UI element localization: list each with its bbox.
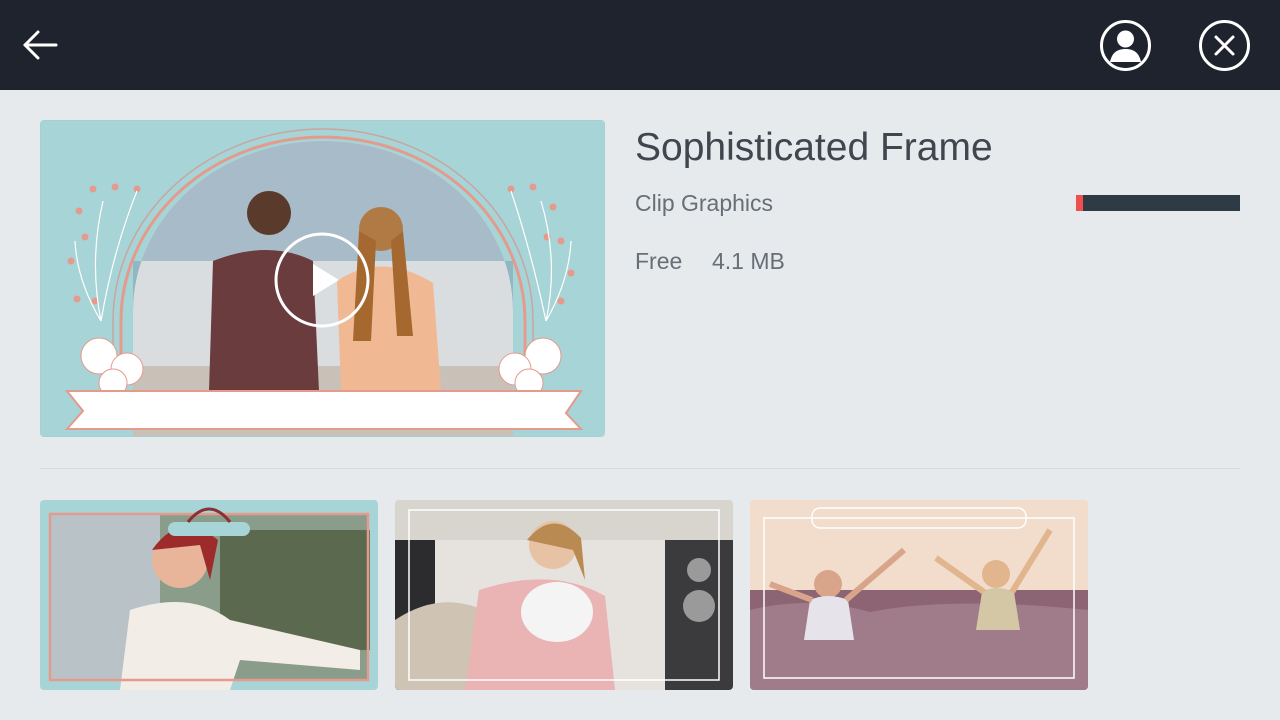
thumbnail-image-1	[40, 500, 378, 690]
screenshot-thumbnail-1[interactable]	[40, 500, 378, 690]
item-category: Clip Graphics	[635, 190, 774, 216]
user-circle-icon	[1100, 20, 1151, 71]
preview-video[interactable]	[40, 120, 605, 437]
thumbnail-image-3	[750, 500, 1088, 690]
close-circle-icon	[1199, 20, 1250, 71]
play-circle-icon[interactable]	[273, 231, 371, 329]
back-button[interactable]	[18, 25, 62, 65]
close-button[interactable]	[1198, 19, 1251, 72]
screenshot-thumbnail-3[interactable]	[750, 500, 1088, 690]
thumbnail-image-2	[395, 500, 733, 690]
item-price: Free	[635, 248, 683, 274]
item-title: Sophisticated Frame	[635, 126, 993, 169]
section-divider	[40, 468, 1240, 469]
profile-button[interactable]	[1099, 19, 1152, 72]
download-progress-bar	[1076, 195, 1240, 211]
top-bar	[0, 0, 1280, 90]
arrow-left-icon	[23, 30, 58, 60]
item-file-size: 4.1 MB	[712, 248, 785, 274]
screenshot-thumbnail-2[interactable]	[395, 500, 733, 690]
download-progress-fill	[1076, 195, 1083, 211]
